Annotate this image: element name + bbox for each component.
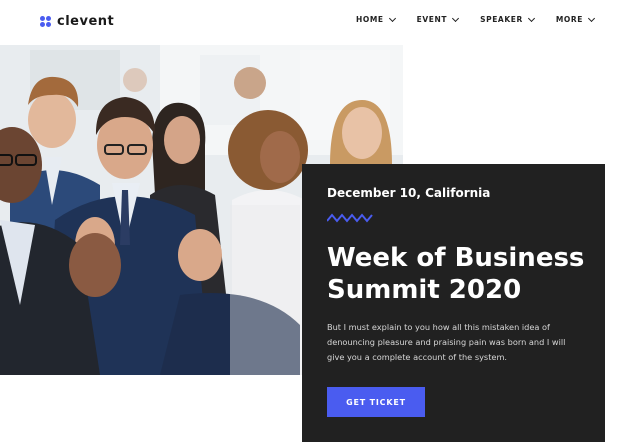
event-date-location: December 10, California	[327, 186, 491, 200]
chevron-down-icon	[587, 14, 596, 22]
nav-item-label: SPEAKER	[480, 15, 523, 24]
event-description: But I must explain to you how all this m…	[327, 322, 566, 362]
nav-item-label: HOME	[356, 15, 384, 24]
event-card: December 10, California Week of Business…	[302, 164, 605, 442]
nav-item-label: MORE	[555, 15, 583, 24]
nav-item-speaker[interactable]: SPEAKER	[480, 14, 535, 24]
nav-item-event[interactable]: EVENT	[416, 14, 460, 24]
get-ticket-button[interactable]: GET TICKET	[327, 387, 425, 417]
chevron-down-icon	[388, 14, 396, 22]
nav-item-label: EVENT	[416, 15, 448, 24]
logo[interactable]: clevent	[40, 14, 114, 29]
chevron-down-icon	[527, 14, 535, 22]
chevron-down-icon	[452, 14, 460, 22]
site-header: clevent HOME EVENT SPEAKER MORE	[0, 0, 640, 45]
event-title: Week of Business Summit 2020	[327, 243, 585, 305]
logo-icon	[40, 16, 51, 27]
zigzag-icon	[327, 213, 373, 223]
main-nav: HOME EVENT SPEAKER MORE	[356, 14, 596, 24]
nav-item-home[interactable]: HOME	[356, 14, 396, 24]
logo-text: clevent	[57, 14, 115, 29]
nav-item-more[interactable]: MORE	[555, 14, 596, 24]
